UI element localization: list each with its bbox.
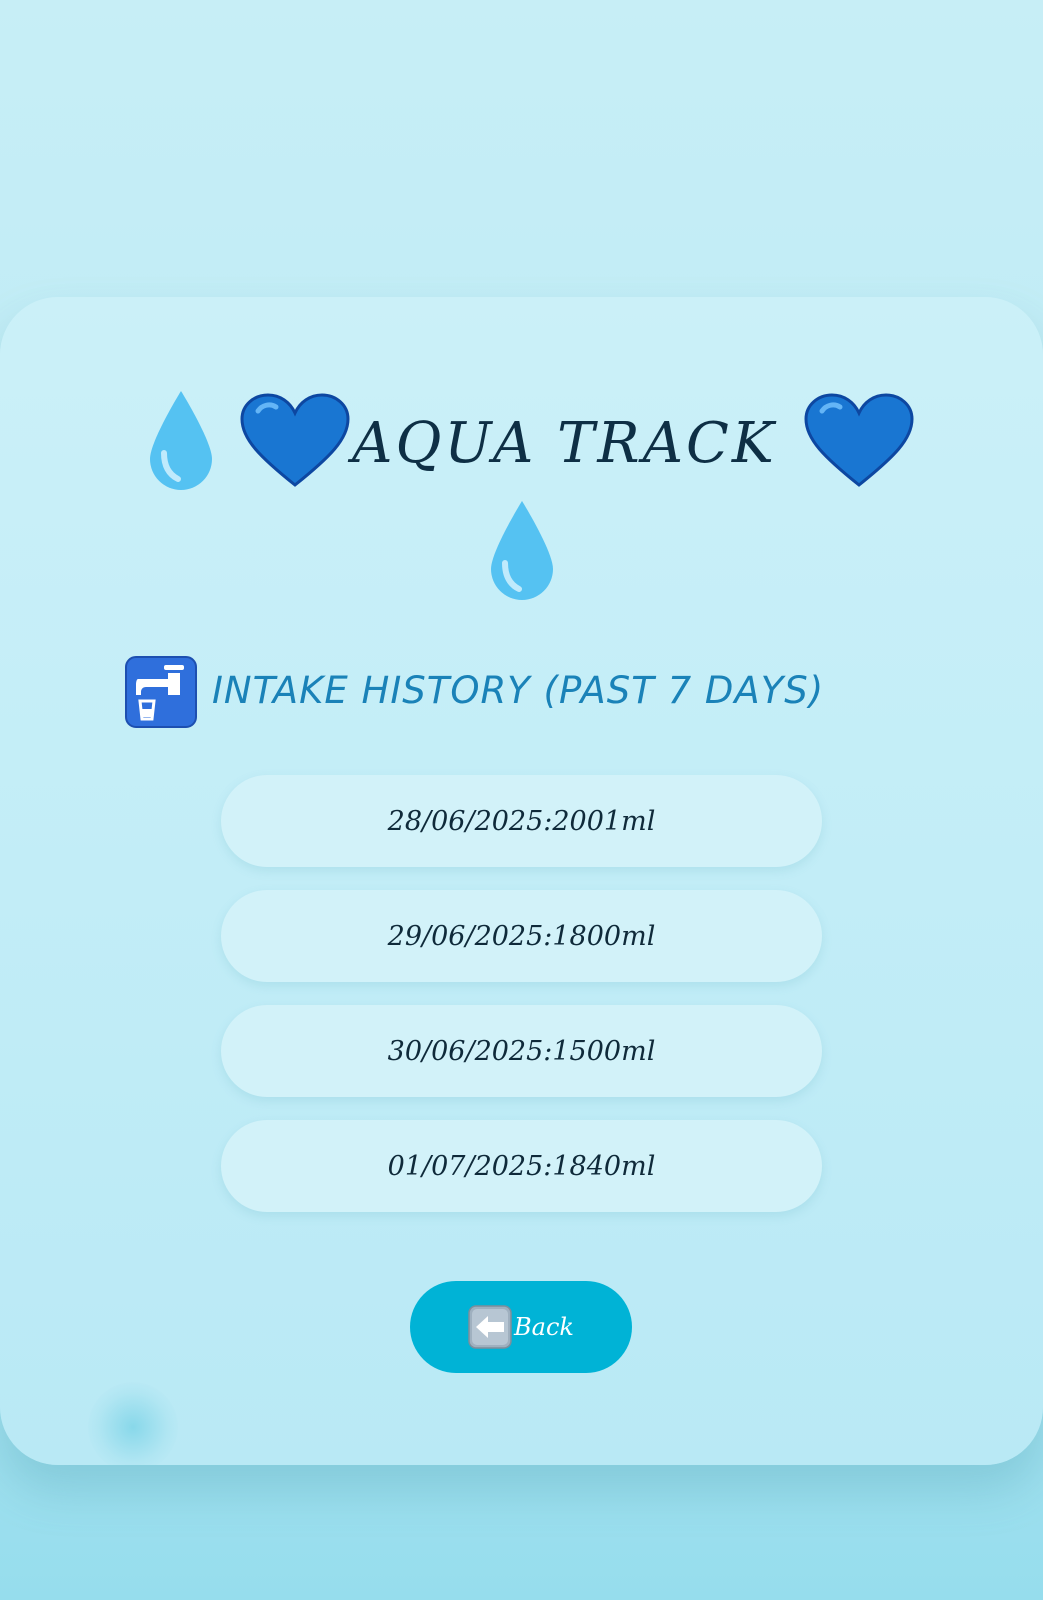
history-entry: 01/07/2025:1840ml: [221, 1120, 822, 1212]
potable-water-icon: [125, 656, 197, 728]
left-arrow-icon: [468, 1305, 512, 1349]
history-heading: INTAKE HISTORY (PAST 7 DAYS): [212, 669, 825, 712]
decorative-glow: [88, 1382, 178, 1465]
droplet-icon: [491, 501, 553, 600]
history-entry-text: 30/06/2025:1500ml: [387, 1035, 656, 1067]
blue-heart-icon: [240, 393, 350, 487]
droplet-icon: [150, 391, 212, 490]
history-entry-text: 29/06/2025:1800ml: [387, 920, 656, 952]
history-entry-text: 28/06/2025:2001ml: [387, 805, 656, 837]
history-list: 28/06/2025:2001ml 29/06/2025:1800ml 30/0…: [221, 775, 822, 1235]
main-card: AQUA TRACK INTAKE HISTORY (PAST 7 DAYS) …: [0, 297, 1043, 1465]
history-entry: 28/06/2025:2001ml: [221, 775, 822, 867]
app-title-row: AQUA TRACK: [0, 389, 1043, 499]
history-entry: 30/06/2025:1500ml: [221, 1005, 822, 1097]
history-entry: 29/06/2025:1800ml: [221, 890, 822, 982]
back-button-label: Back: [514, 1313, 574, 1341]
blue-heart-icon: [804, 393, 914, 487]
app-title: AQUA TRACK: [352, 411, 777, 476]
back-button[interactable]: Back: [410, 1281, 632, 1373]
history-entry-text: 01/07/2025:1840ml: [387, 1150, 656, 1182]
